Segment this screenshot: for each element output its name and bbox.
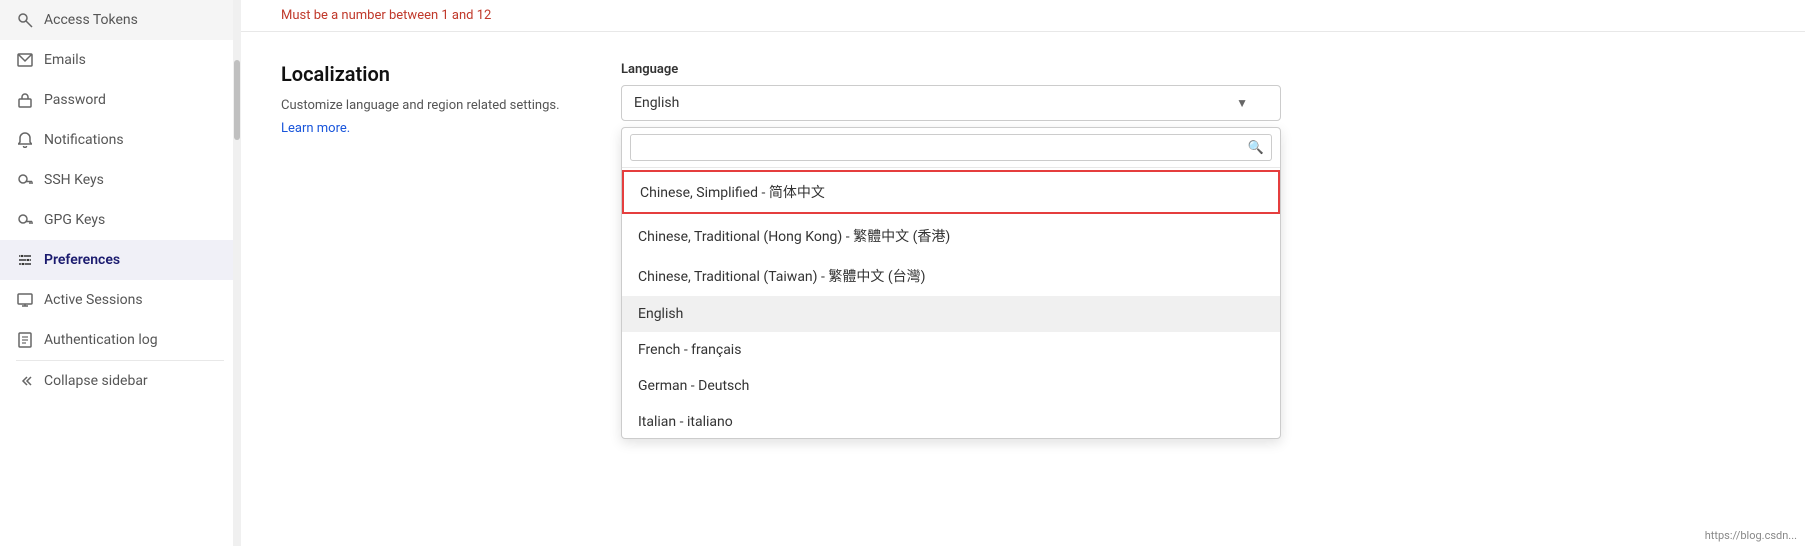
sidebar-scrollbar[interactable] xyxy=(233,0,241,546)
search-icon[interactable]: 🔍 xyxy=(1248,140,1264,155)
language-select-wrapper: English ▼ 🔍 Chinese, Simplified - 简体中文Ch… xyxy=(621,85,1281,121)
sidebar-item-ssh-keys[interactable]: SSH Keys xyxy=(0,160,240,200)
sidebar-item-label-emails: Emails xyxy=(44,52,86,68)
authentication-log-icon xyxy=(16,332,34,348)
language-dropdown: 🔍 Chinese, Simplified - 简体中文Chinese, Tra… xyxy=(621,127,1281,439)
dropdown-list: Chinese, Simplified - 简体中文Chinese, Tradi… xyxy=(622,168,1280,438)
dropdown-item-italian[interactable]: Italian - italiano xyxy=(622,404,1280,438)
dropdown-item-chinese-traditional-hk[interactable]: Chinese, Traditional (Hong Kong) - 繁體中文 … xyxy=(622,216,1280,256)
dropdown-item-french[interactable]: French - français xyxy=(622,332,1280,368)
url-hint: https://blog.csdn... xyxy=(1705,529,1797,542)
learn-more-link[interactable]: Learn more. xyxy=(281,121,350,136)
preferences-icon xyxy=(16,252,34,268)
sidebar-item-preferences[interactable]: Preferences xyxy=(0,240,240,280)
gpg-keys-icon xyxy=(16,212,34,228)
password-icon xyxy=(16,92,34,108)
collapse-sidebar-label: Collapse sidebar xyxy=(44,373,148,389)
sidebar-item-gpg-keys[interactable]: GPG Keys xyxy=(0,200,240,240)
sidebar-item-label-access-tokens: Access Tokens xyxy=(44,12,138,28)
dropdown-item-german[interactable]: German - Deutsch xyxy=(622,368,1280,404)
dropdown-item-chinese-traditional-tw[interactable]: Chinese, Traditional (Taiwan) - 繁體中文 (台灣… xyxy=(622,256,1280,296)
sidebar-nav: Access Tokens Emails Password Notificati… xyxy=(0,0,241,401)
sidebar: Access Tokens Emails Password Notificati… xyxy=(0,0,241,546)
chevron-down-icon: ▼ xyxy=(1236,96,1248,110)
notifications-icon xyxy=(16,132,34,148)
sidebar-item-emails[interactable]: Emails xyxy=(0,40,240,80)
dropdown-search-input[interactable] xyxy=(630,134,1272,161)
sidebar-item-label-notifications: Notifications xyxy=(44,132,124,148)
language-select[interactable]: English ▼ xyxy=(621,85,1281,121)
section-title: Localization xyxy=(281,62,561,86)
sidebar-item-label-ssh-keys: SSH Keys xyxy=(44,172,104,188)
active-sessions-icon xyxy=(16,293,34,307)
sidebar-item-access-tokens[interactable]: Access Tokens xyxy=(0,0,240,40)
emails-icon xyxy=(16,53,34,67)
dropdown-search-wrapper: 🔍 xyxy=(622,128,1280,168)
dropdown-item-chinese-simplified[interactable]: Chinese, Simplified - 简体中文 xyxy=(622,170,1280,214)
dropdown-item-english[interactable]: English xyxy=(622,296,1280,332)
form-area: Language English ▼ 🔍 Chinese, Simplified… xyxy=(621,62,1765,516)
sidebar-item-label-password: Password xyxy=(44,92,106,108)
sidebar-item-authentication-log[interactable]: Authentication log xyxy=(0,320,240,360)
sidebar-item-active-sessions[interactable]: Active Sessions xyxy=(0,280,240,320)
language-selected-value: English xyxy=(634,95,679,111)
validation-hint: Must be a number between 1 and 12 xyxy=(241,0,1805,32)
sidebar-scrollbar-thumb[interactable] xyxy=(234,60,240,140)
sidebar-item-notifications[interactable]: Notifications xyxy=(0,120,240,160)
section-description-text: Customize language and region related se… xyxy=(281,96,561,116)
content-area: Localization Customize language and regi… xyxy=(241,32,1805,546)
main-content: Must be a number between 1 and 12 Locali… xyxy=(241,0,1805,546)
sidebar-item-password[interactable]: Password xyxy=(0,80,240,120)
sidebar-item-label-preferences: Preferences xyxy=(44,252,120,268)
access-tokens-icon xyxy=(16,12,34,28)
section-description: Localization Customize language and regi… xyxy=(281,62,561,516)
language-label: Language xyxy=(621,62,1765,77)
collapse-sidebar-button[interactable]: Collapse sidebar xyxy=(0,361,240,401)
ssh-keys-icon xyxy=(16,172,34,188)
sidebar-item-label-authentication-log: Authentication log xyxy=(44,332,158,348)
sidebar-item-label-active-sessions: Active Sessions xyxy=(44,292,143,308)
collapse-icon xyxy=(16,373,34,389)
sidebar-item-label-gpg-keys: GPG Keys xyxy=(44,212,105,228)
